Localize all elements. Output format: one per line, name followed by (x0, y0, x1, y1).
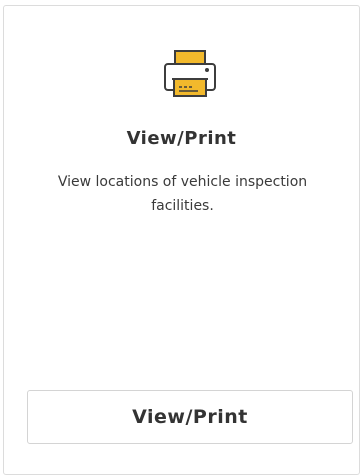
card-description: View locations of vehicle inspection fac… (57, 174, 308, 214)
view-print-card: View/Print View locations of vehicle ins… (3, 5, 360, 475)
view-print-button[interactable]: View/Print (27, 390, 353, 444)
card-title: View/Print (126, 128, 237, 149)
printer-icon (158, 46, 222, 110)
